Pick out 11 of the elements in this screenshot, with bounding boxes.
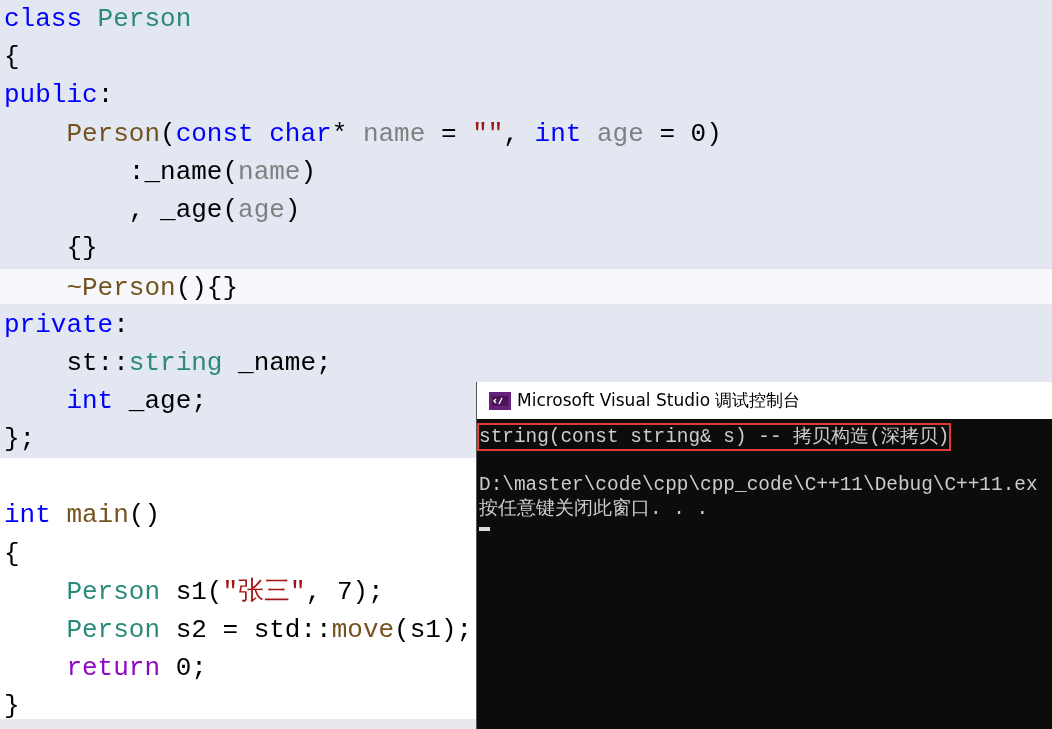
console-icon	[489, 391, 511, 410]
text-cursor	[479, 527, 490, 531]
console-output-line: D:\master\code\cpp\cpp_code\C++11\Debug\C++11.ex	[478, 473, 1039, 498]
code-line: Person s2 = std::move(s1);	[65, 614, 474, 647]
code-line: }	[3, 690, 21, 724]
code-line: {	[3, 537, 21, 571]
code-line: int main()	[3, 499, 162, 533]
code-line: Person s1("张三", 7);	[65, 575, 385, 609]
console-output-line: 按任意键关闭此窗口. . .	[478, 497, 710, 522]
window-title: Microsoft Visual Studio 调试控制台	[517, 389, 801, 412]
code-line: return 0;	[65, 652, 208, 686]
